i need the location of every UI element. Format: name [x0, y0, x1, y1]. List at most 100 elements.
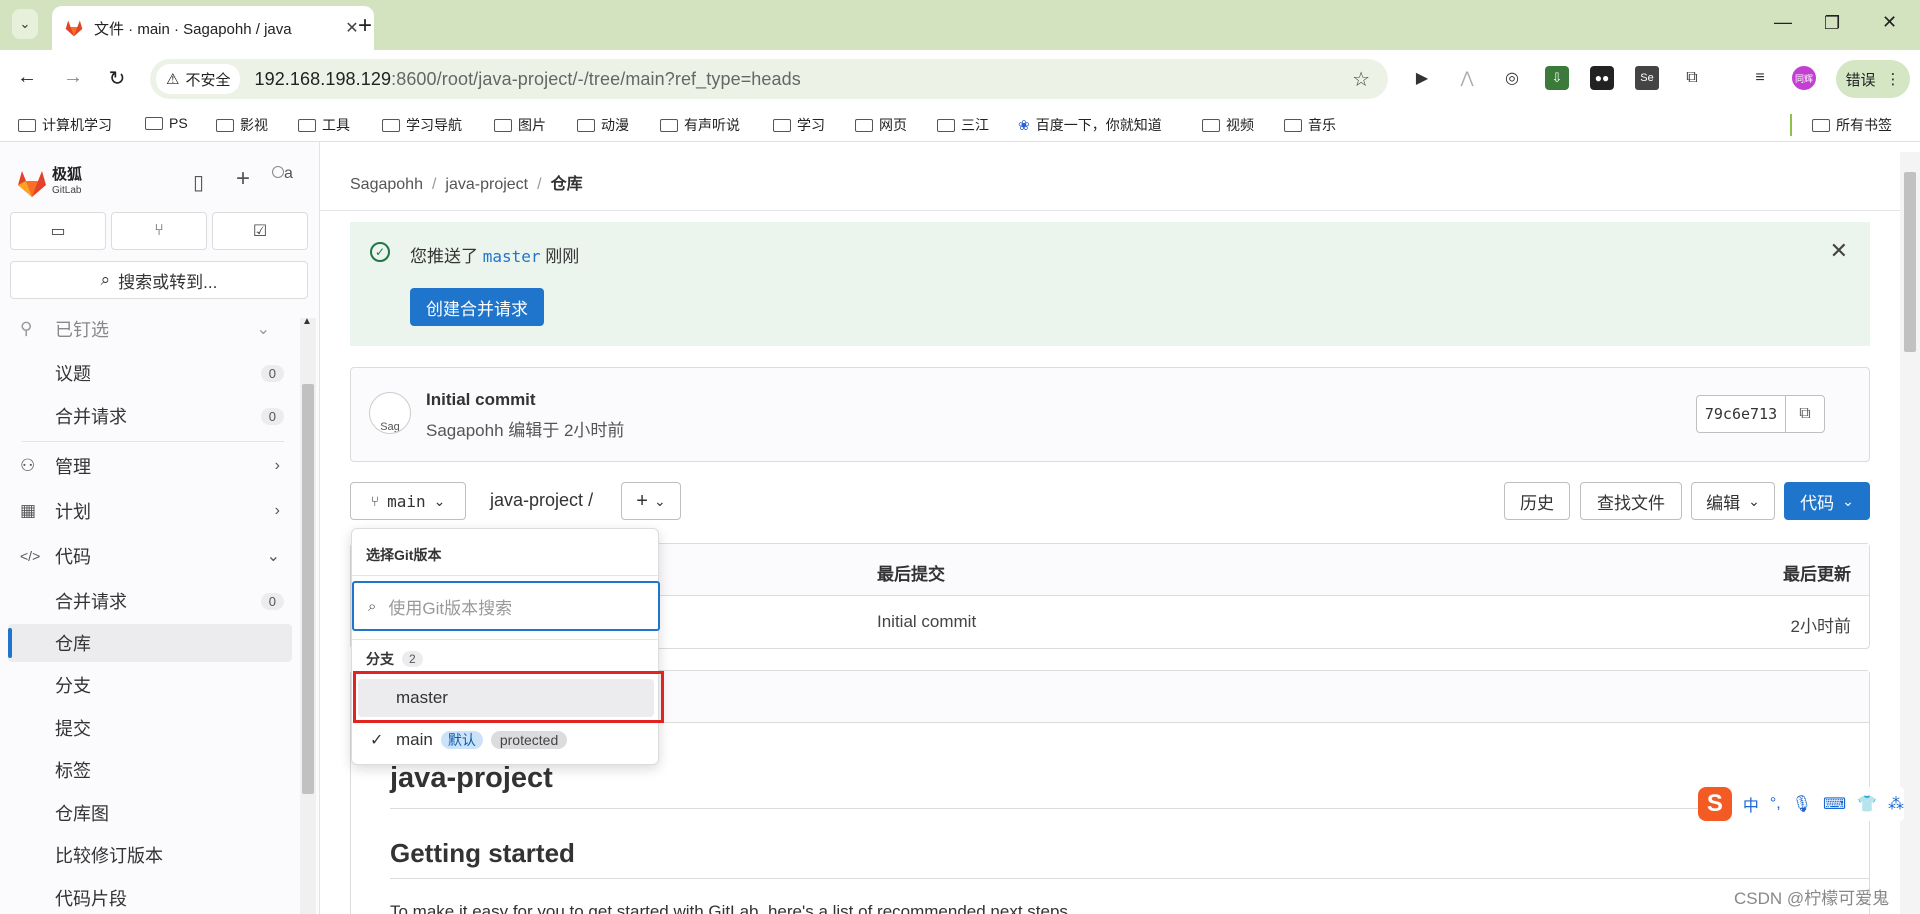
- omnibox[interactable]: ⚠ 不安全 192.168.198.129:8600/root/java-pro…: [150, 59, 1388, 99]
- pinned-section[interactable]: ⚲ 已钉选 ⌄: [0, 310, 300, 348]
- sidebar-item-commits[interactable]: 提交: [0, 709, 300, 747]
- skin-icon[interactable]: 👕: [1857, 794, 1877, 814]
- all-bookmarks[interactable]: 所有书签: [1812, 115, 1892, 135]
- divider: [390, 808, 1870, 809]
- create-new-icon[interactable]: +: [236, 165, 250, 193]
- toggle-sidebar-icon[interactable]: ▯: [193, 170, 204, 195]
- back-icon[interactable]: ←: [14, 66, 40, 89]
- bookmark-item[interactable]: 学习导航: [382, 115, 462, 135]
- commit-title[interactable]: Initial commit: [426, 390, 536, 410]
- sidebar-item-merge-requests[interactable]: 合并请求 0: [0, 397, 300, 435]
- bookmark-item[interactable]: 图片: [494, 115, 546, 135]
- extension-dots-icon[interactable]: ●●: [1590, 66, 1614, 90]
- bookmark-item[interactable]: 网页: [855, 115, 907, 135]
- option-text: main 默认 protected: [396, 730, 568, 750]
- folder-icon: [577, 118, 595, 132]
- author-avatar[interactable]: Sag: [369, 392, 411, 434]
- breadcrumb-item[interactable]: java-project: [445, 176, 528, 193]
- alert-message: 您推送了 master 刚刚: [410, 242, 579, 267]
- punctuation-icon[interactable]: °,: [1770, 795, 1781, 813]
- reload-icon[interactable]: ↻: [104, 66, 130, 91]
- bookmark-item[interactable]: 工具: [298, 115, 350, 135]
- dropdown-title: 选择Git版本: [366, 547, 442, 563]
- commit-sha[interactable]: 79c6e713: [1696, 395, 1786, 433]
- sidebar-item-compare[interactable]: 比较修订版本: [0, 836, 300, 874]
- bookmark-item[interactable]: 三江: [937, 115, 989, 135]
- gitlab-logo-icon[interactable]: [16, 168, 48, 198]
- code-dropdown[interactable]: 代码 ⌄: [1784, 482, 1870, 520]
- new-tab-button[interactable]: +: [352, 12, 378, 40]
- minimize-icon[interactable]: —: [1774, 12, 1792, 33]
- user-avatar[interactable]: a: [272, 165, 304, 195]
- forward-icon[interactable]: →: [60, 66, 86, 89]
- sidebar-scrollbar[interactable]: [300, 318, 316, 914]
- error-button[interactable]: 错误 ⋮: [1836, 60, 1910, 98]
- breadcrumb-current[interactable]: 仓库: [551, 176, 583, 193]
- keyboard-icon[interactable]: ⌨: [1823, 794, 1846, 814]
- branch-option-main[interactable]: ✓ main 默认 protected: [358, 721, 654, 759]
- todos-shortcut-button[interactable]: ☑: [212, 212, 308, 250]
- toolbox-icon[interactable]: ⁂: [1888, 794, 1904, 814]
- maximize-icon[interactable]: ❐: [1824, 13, 1840, 34]
- sidebar-item-manage[interactable]: ⚇ 管理 ›: [0, 447, 300, 485]
- security-chip[interactable]: ⚠ 不安全: [156, 64, 241, 94]
- sidebar-item-branches[interactable]: 分支: [0, 666, 300, 704]
- sidebar-item-code-merge-requests[interactable]: 合并请求 0: [0, 582, 300, 620]
- checkmark-icon: ✓: [370, 732, 384, 749]
- row-commit[interactable]: Initial commit: [877, 612, 976, 632]
- bookmark-star-icon[interactable]: ☆: [1352, 67, 1370, 92]
- extension-circle-icon[interactable]: ◎: [1500, 66, 1524, 90]
- sidebar-item-repo-graph[interactable]: 仓库图: [0, 794, 300, 832]
- sidebar-item-issues[interactable]: 议题 0: [0, 354, 300, 392]
- sidebar-item-snippets[interactable]: 代码片段: [0, 879, 300, 914]
- sogou-logo-icon[interactable]: S: [1698, 787, 1732, 821]
- sidebar-item-plan[interactable]: ▦ 计划 ›: [0, 492, 300, 530]
- chinese-mode-icon[interactable]: 中: [1743, 792, 1759, 816]
- tab-search-button[interactable]: ⌄: [12, 9, 38, 39]
- bookmark-item[interactable]: 动漫: [577, 115, 629, 135]
- scroll-up-arrow-icon[interactable]: ▲: [302, 316, 312, 327]
- bookmark-item[interactable]: 影视: [216, 115, 268, 135]
- menu-kebab-icon: ⋮: [1885, 71, 1901, 88]
- scrollbar-thumb[interactable]: [1904, 172, 1916, 352]
- close-icon[interactable]: ✕: [1830, 238, 1848, 264]
- chevron-right-icon: ›: [274, 502, 280, 519]
- copy-icon[interactable]: ⧉: [1785, 395, 1825, 433]
- breadcrumb-item[interactable]: Sagapohh: [350, 176, 423, 193]
- bookmark-item[interactable]: 有声听说: [660, 115, 740, 135]
- path-project[interactable]: java-project: [490, 490, 583, 510]
- bookmark-item[interactable]: 音乐: [1284, 115, 1336, 135]
- add-file-dropdown[interactable]: + ⌄: [621, 482, 681, 520]
- bookmark-item[interactable]: PS: [145, 115, 188, 131]
- ref-search-input[interactable]: ⌕ 使用Git版本搜索: [352, 581, 660, 631]
- extension-a-icon[interactable]: ⋀: [1455, 66, 1479, 90]
- merge-requests-shortcut-button[interactable]: ⑂: [111, 212, 207, 250]
- selenium-icon[interactable]: Se: [1635, 66, 1659, 90]
- sidebar-item-code[interactable]: </> 代码 ⌄: [0, 537, 300, 575]
- browser-tab[interactable]: 文件 · main · Sagapohh / java ✕: [52, 6, 374, 50]
- bookmark-item[interactable]: 视频: [1202, 115, 1254, 135]
- download-extension-icon[interactable]: ⇩: [1545, 66, 1569, 90]
- profile-avatar[interactable]: 同辉: [1792, 66, 1816, 90]
- bookmark-item[interactable]: ❀ 百度一下，你就知道: [1018, 115, 1162, 135]
- create-merge-request-button[interactable]: 创建合并请求: [410, 288, 544, 326]
- sidebar-item-repository[interactable]: 仓库: [8, 624, 292, 662]
- sidebar-item-tags[interactable]: 标签: [0, 751, 300, 789]
- brand[interactable]: 极狐 GitLab: [52, 167, 82, 198]
- bookmark-item[interactable]: 学习: [773, 115, 825, 135]
- window-close-icon[interactable]: ✕: [1882, 12, 1897, 33]
- search-button[interactable]: ⌕ 搜索或转到...: [10, 261, 308, 299]
- branch-icon: ⑂: [370, 493, 380, 509]
- edit-dropdown[interactable]: 编辑 ⌄: [1691, 482, 1775, 520]
- play-icon[interactable]: ▶: [1410, 66, 1434, 90]
- history-button[interactable]: 历史: [1504, 482, 1570, 520]
- scrollbar-thumb[interactable]: [302, 384, 314, 794]
- microphone-icon[interactable]: 🎙: [1792, 794, 1812, 814]
- find-file-button[interactable]: 查找文件: [1580, 482, 1682, 520]
- issues-shortcut-button[interactable]: ▭: [10, 212, 106, 250]
- branch-selector[interactable]: ⑂ main ⌄: [350, 482, 466, 520]
- puzzle-icon[interactable]: ⧉: [1680, 66, 1704, 90]
- sidebar-item-label: 代码片段: [55, 889, 127, 909]
- bookmark-item[interactable]: 计算机学习: [18, 115, 112, 135]
- media-control-icon[interactable]: ≡: [1748, 66, 1772, 90]
